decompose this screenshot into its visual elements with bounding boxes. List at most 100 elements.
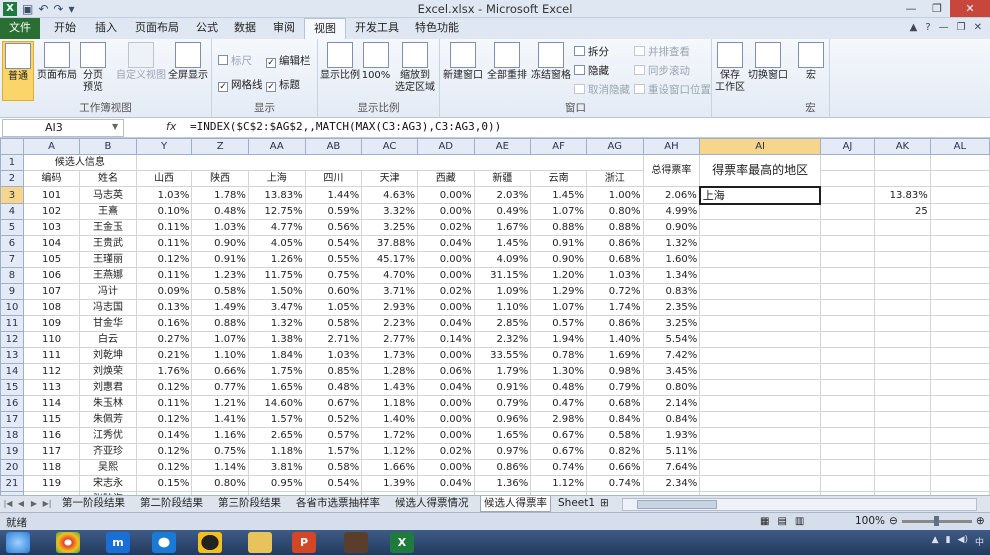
cell-total-rate[interactable]: 2.14% — [642, 395, 701, 412]
cell-ac[interactable]: 45.17% — [361, 251, 418, 268]
unhide-button[interactable]: 取消隐藏 — [574, 82, 630, 97]
cell-ab[interactable]: 1.44% — [304, 186, 363, 204]
full-screen-button[interactable]: 全屏显示 — [166, 41, 210, 101]
ime-icon[interactable]: 中 — [975, 535, 984, 548]
cell-ai[interactable] — [699, 395, 821, 412]
cell-af[interactable]: 1.29% — [530, 283, 587, 300]
row-header-9[interactable]: 9 — [0, 283, 24, 300]
cell-aa[interactable]: 0.95% — [247, 475, 306, 492]
cell-aj[interactable] — [819, 186, 876, 204]
col-header-al[interactable]: AL — [929, 138, 990, 155]
cell-ae[interactable]: 33.55% — [473, 347, 532, 364]
cell-ad[interactable]: 0.00% — [416, 459, 475, 476]
cell-name[interactable]: 王燕娜 — [79, 267, 137, 284]
cell-ak[interactable] — [874, 331, 931, 348]
cell-al[interactable] — [929, 315, 990, 332]
cell-total-rate[interactable]: 7.42% — [642, 347, 701, 364]
cell-ad[interactable]: 0.04% — [416, 379, 475, 396]
sync-scroll-button[interactable]: 同步滚动 — [634, 63, 690, 78]
cell-y[interactable]: 0.12% — [135, 459, 193, 476]
row-header-19[interactable]: 19 — [0, 443, 24, 460]
cell-y[interactable]: 0.12% — [135, 411, 193, 428]
cell-z[interactable]: 1.41% — [191, 411, 249, 428]
row-header-1[interactable]: 1 — [0, 154, 24, 171]
cell-z[interactable]: 1.16% — [191, 427, 249, 444]
cell-ag[interactable]: 1.00% — [585, 186, 644, 204]
zoom-out-icon[interactable]: ⊖ — [889, 515, 898, 527]
cell-af[interactable]: 0.78% — [530, 347, 587, 364]
cell-id[interactable]: 117 — [22, 443, 81, 460]
cell-total-rate[interactable]: 5.54% — [642, 331, 701, 348]
cell-y[interactable]: 0.15% — [135, 475, 193, 492]
cell-id[interactable]: 108 — [22, 299, 81, 316]
split-button[interactable]: 拆分 — [574, 44, 609, 59]
cell-ae[interactable]: 4.09% — [473, 251, 532, 268]
cell-ad[interactable]: 0.00% — [416, 347, 475, 364]
formula-input[interactable]: =INDEX($C$2:$AG$2,,MATCH(MAX(C3:AG3),C3:… — [190, 120, 501, 133]
cell-ai[interactable] — [699, 475, 821, 492]
cell-aa[interactable]: 4.77% — [247, 219, 306, 236]
cell-name[interactable]: 王瑾丽 — [79, 251, 137, 268]
cell-aa[interactable]: 1.65% — [247, 379, 306, 396]
cell-aa[interactable]: 3.47% — [247, 299, 306, 316]
cell-al[interactable] — [929, 459, 990, 476]
cell-y[interactable]: 0.11% — [135, 395, 193, 412]
cell-af[interactable]: 0.47% — [530, 395, 587, 412]
cell-ak[interactable] — [874, 299, 931, 316]
cell-al[interactable] — [929, 251, 990, 268]
page-layout-view-button[interactable]: 页面布局 — [36, 41, 78, 101]
cell-ac[interactable]: 1.40% — [361, 411, 418, 428]
cell-ag[interactable]: 0.80% — [585, 203, 644, 220]
cell-aa[interactable]: 1.32% — [247, 315, 306, 332]
cell-ai[interactable] — [699, 315, 821, 332]
prev-sheet-icon[interactable]: ◀ — [15, 497, 27, 511]
cell-ae[interactable]: 1.65% — [473, 427, 532, 444]
cell-y[interactable]: 0.27% — [135, 331, 193, 348]
row-header-11[interactable]: 11 — [0, 315, 24, 332]
cell-total-rate[interactable]: 3.45% — [642, 363, 701, 380]
cell-af[interactable]: 0.57% — [530, 315, 587, 332]
cell-al[interactable] — [929, 363, 990, 380]
network-icon[interactable]: ▮ — [946, 535, 951, 548]
cell-total-rate[interactable]: 0.80% — [642, 379, 701, 396]
select-all-corner[interactable] — [0, 138, 24, 155]
cell-ac[interactable]: 4.63% — [361, 186, 418, 204]
cell-aj[interactable] — [819, 475, 876, 492]
row-header-8[interactable]: 8 — [0, 267, 24, 284]
edit-bar-checkbox[interactable]: ✓ 编辑栏 — [266, 53, 311, 68]
row-header-15[interactable]: 15 — [0, 379, 24, 396]
cell-ac[interactable]: 1.28% — [361, 363, 418, 380]
cell-name[interactable]: 宋志永 — [79, 475, 137, 492]
row-header-2[interactable]: 2 — [0, 170, 24, 187]
cell-aa[interactable]: 1.18% — [247, 443, 306, 460]
cell-aj[interactable] — [819, 219, 876, 236]
tab-page-layout[interactable]: 页面布局 — [126, 18, 188, 39]
cell-id[interactable]: 109 — [22, 315, 81, 332]
region-header-shaanxi[interactable]: 陕西 — [191, 170, 249, 187]
cell-y[interactable]: 1.03% — [135, 186, 193, 204]
cell-aj[interactable] — [819, 283, 876, 300]
row-header-7[interactable]: 7 — [0, 251, 24, 268]
cell-ae[interactable]: 2.32% — [473, 331, 532, 348]
cell-ag[interactable]: 0.66% — [585, 459, 644, 476]
cell-ac[interactable]: 1.66% — [361, 459, 418, 476]
cell-ak[interactable] — [874, 411, 931, 428]
doc-minimize-icon[interactable]: — — [939, 22, 949, 33]
region-header-zhejiang[interactable]: 浙江 — [585, 170, 644, 187]
cell-name[interactable]: 刘焕荣 — [79, 363, 137, 380]
zoom-button[interactable]: 显示比例 — [320, 41, 360, 101]
cell-y[interactable]: 0.21% — [135, 347, 193, 364]
cell-aj[interactable] — [819, 203, 876, 220]
tab-view[interactable]: 视图 — [304, 18, 346, 39]
cell-ae[interactable]: 31.15% — [473, 267, 532, 284]
cell-ae[interactable]: 0.97% — [473, 443, 532, 460]
cell-ac[interactable]: 1.72% — [361, 427, 418, 444]
cell-ad[interactable]: 0.04% — [416, 475, 475, 492]
cell-aj[interactable] — [819, 395, 876, 412]
page-break-status-icon[interactable]: ▥ — [795, 516, 804, 527]
cell-ad[interactable]: 0.00% — [416, 186, 475, 204]
cell-ac[interactable]: 3.32% — [361, 203, 418, 220]
row-header-13[interactable]: 13 — [0, 347, 24, 364]
region-header-yunnan[interactable]: 云南 — [530, 170, 587, 187]
cell-id[interactable]: 104 — [22, 235, 81, 252]
